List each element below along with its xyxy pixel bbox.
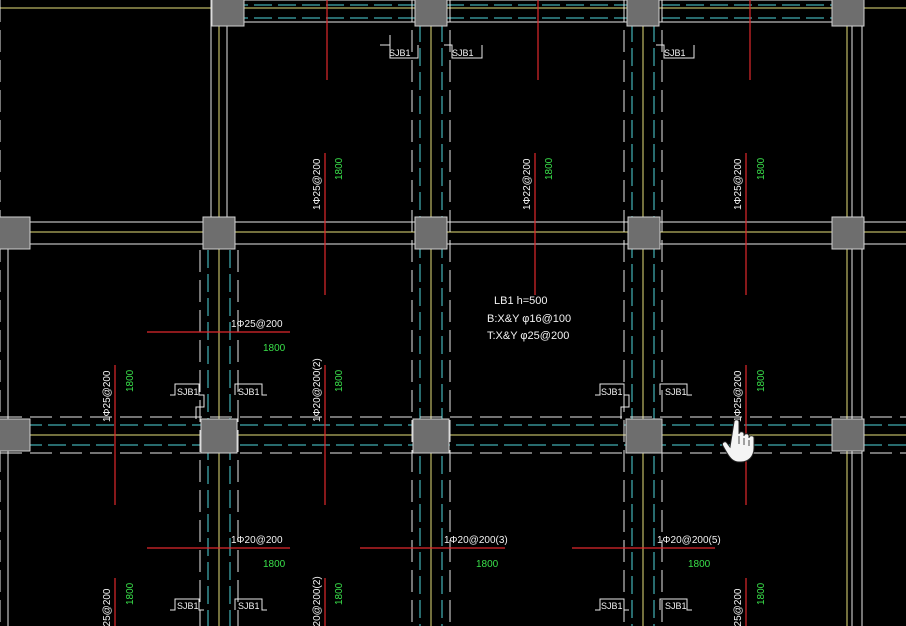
column: [200, 418, 238, 454]
column: [831, 418, 865, 452]
length-label: 1800: [334, 582, 345, 605]
sump-label: SJB1: [664, 48, 686, 58]
sump-label: SJB1: [665, 601, 687, 611]
column: [414, 216, 448, 250]
hand-pointer-icon: [722, 419, 755, 463]
slab-bottom-rebar-label: B:X&Y φ16@100: [487, 313, 571, 325]
sump-label: SJB1: [452, 48, 474, 58]
column: [202, 216, 236, 250]
length-label: 1800: [125, 582, 136, 605]
rebar-label: 1Φ20@200(2): [312, 576, 323, 626]
column: [211, 0, 245, 27]
length-label: 1800: [756, 157, 767, 180]
column: [831, 0, 865, 27]
column: [625, 418, 663, 454]
rebar-label: 1Φ25@200: [733, 588, 744, 626]
beam-outer-dashed: [0, 0, 906, 626]
slab-name-label: LB1 h=500: [494, 295, 548, 307]
rebar-label: 1Φ22@200: [522, 158, 533, 210]
rebar-label: 1Φ20@200(3): [444, 535, 508, 546]
length-label: 1800: [476, 559, 499, 570]
sump-label: SJB1: [177, 601, 199, 611]
rebar-label: 1Φ25@200: [102, 370, 113, 422]
rebar-label: 1Φ25@200: [231, 319, 283, 330]
sump-label: SJB1: [238, 601, 260, 611]
column: [626, 0, 660, 27]
column: [627, 216, 661, 250]
length-label: 1800: [544, 157, 555, 180]
sump-label: SJB1: [177, 387, 199, 397]
rebar-label: 1Φ20@200(2): [312, 358, 323, 422]
slab-top-rebar-label: T:X&Y φ25@200: [487, 330, 569, 342]
length-label: 1800: [263, 343, 286, 354]
column: [412, 418, 450, 454]
sump-label: SJB1: [601, 387, 623, 397]
column: [831, 216, 865, 250]
wall-outlines: [0, 0, 906, 626]
length-label: 1800: [263, 559, 286, 570]
rebar-label: 1Φ20@200(5): [657, 535, 721, 546]
column: [414, 0, 448, 27]
rebar-label: 1Φ20@200: [231, 535, 283, 546]
sump-label: SJB1: [389, 48, 411, 58]
beam-dashed-lines: [0, 0, 906, 626]
sump-label: SJB1: [665, 387, 687, 397]
sump-label: SJB1: [238, 387, 260, 397]
rebar-lines: [114, 0, 751, 626]
rebar-label: 1Φ25@200: [312, 158, 323, 210]
column: [0, 418, 31, 452]
length-label: 1800: [334, 369, 345, 392]
length-label: 1800: [334, 157, 345, 180]
axis-grid: [0, 0, 906, 626]
length-label: 1800: [688, 559, 711, 570]
length-label: 1800: [756, 582, 767, 605]
rebar-label: 1Φ25@200: [733, 370, 744, 422]
length-label: 1800: [125, 369, 136, 392]
length-label: 1800: [756, 369, 767, 392]
sump-label: SJB1: [601, 601, 623, 611]
cad-drawing-canvas[interactable]: SJB1 SJB1 SJB1 SJB1 SJB1 SJB1 SJB1 SJB1 …: [0, 0, 906, 626]
rebar-label: 1Φ25@200: [102, 588, 113, 626]
rebar-label: 1Φ25@200: [733, 158, 744, 210]
column: [0, 216, 31, 250]
